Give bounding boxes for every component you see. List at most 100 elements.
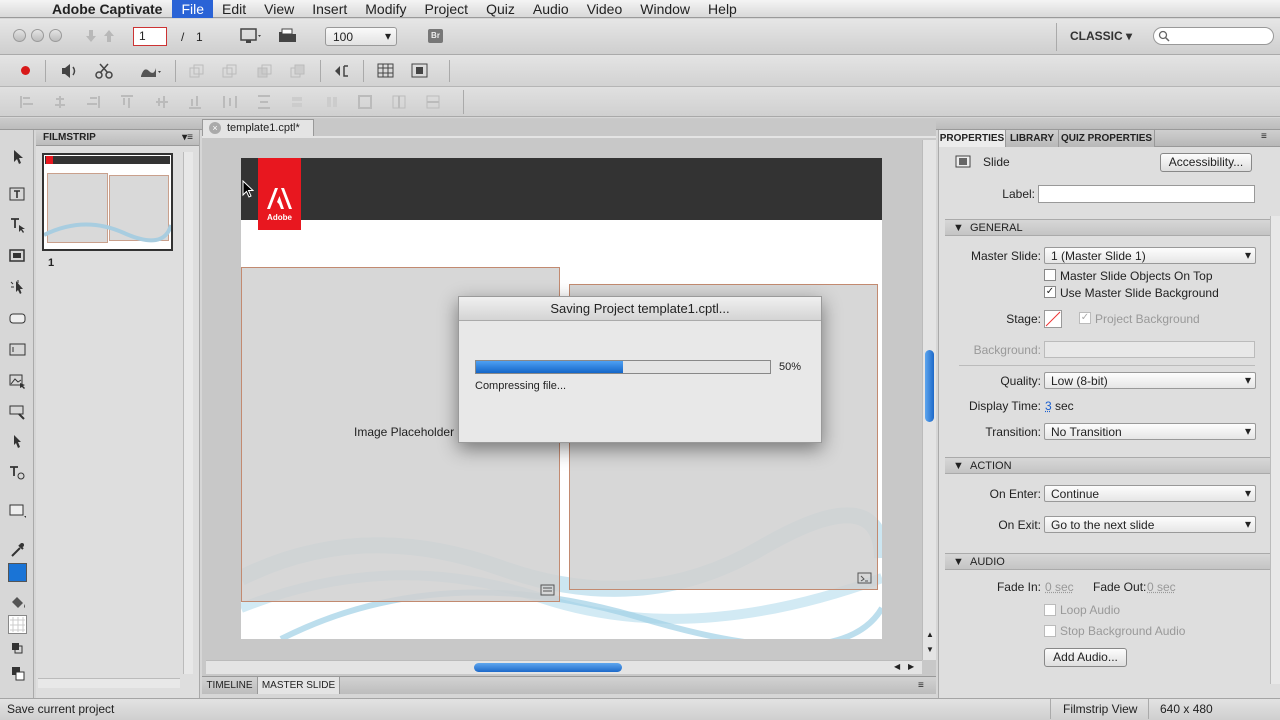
mouse-tool-icon[interactable] (8, 433, 27, 450)
filmstrip-header: FILMSTRIP ▾≡ (36, 130, 199, 146)
eyedropper-tool-icon[interactable] (8, 541, 27, 558)
image-tool-icon[interactable] (8, 372, 27, 389)
zoom-area-tool-icon[interactable] (8, 403, 27, 420)
filmstrip-scrollbar[interactable] (183, 152, 193, 674)
on-exit-dropdown[interactable]: Go to the next slide (1044, 516, 1256, 533)
document-tab-title: template1.cptl* (227, 122, 300, 134)
stage-color-swatch[interactable] (1044, 310, 1062, 328)
menu-modify[interactable]: Modify (356, 0, 415, 18)
menu-insert[interactable]: Insert (303, 0, 356, 18)
menu-window[interactable]: Window (631, 0, 699, 18)
arrow-down-icon[interactable] (85, 29, 97, 43)
fade-in-value[interactable]: 0 sec (1045, 580, 1074, 594)
search-input[interactable] (1153, 27, 1274, 45)
close-window-button[interactable] (13, 29, 26, 42)
record-icon[interactable] (21, 66, 30, 75)
stroke-color-swatch[interactable] (8, 563, 27, 582)
close-tab-icon[interactable]: × (209, 122, 221, 134)
zoom-window-button[interactable] (49, 29, 62, 42)
text-entry-box-tool-icon[interactable] (8, 341, 27, 358)
fade-out-value[interactable]: 0 sec (1147, 580, 1176, 594)
on-enter-dropdown[interactable]: Continue (1044, 485, 1256, 502)
rollover-caption-tool-icon[interactable] (8, 216, 27, 233)
fade-in-label: Fade In: (949, 580, 1041, 594)
tab-timeline[interactable]: TIMELINE (202, 677, 258, 694)
use-background-checkbox[interactable]: ✓ (1044, 286, 1056, 298)
document-tab[interactable]: × template1.cptl* (202, 119, 314, 136)
rectangle-tool-icon[interactable] (8, 502, 27, 519)
slide-thumbnail[interactable] (42, 153, 173, 251)
master-slide-dropdown[interactable]: 1 (Master Slide 1) (1044, 247, 1256, 264)
default-colors-icon[interactable] (8, 665, 27, 682)
menu-view[interactable]: View (255, 0, 303, 18)
scroll-down-icon[interactable]: ▼ (926, 645, 934, 654)
menu-quiz[interactable]: Quiz (477, 0, 524, 18)
selection-tool-icon[interactable] (8, 148, 27, 165)
arrow-up-icon[interactable] (103, 29, 115, 43)
scroll-right-icon[interactable]: ▶ (908, 662, 914, 671)
vertical-scrollbar[interactable]: ▲ ▼ (922, 140, 936, 660)
highlight-box-tool-icon[interactable] (8, 247, 27, 264)
snap-to-grid-icon[interactable] (411, 63, 428, 78)
publish-icon[interactable] (278, 28, 298, 44)
tab-properties[interactable]: PROPERTIES (939, 130, 1006, 147)
zoom-select[interactable]: 100 ▾ (325, 27, 397, 46)
minimize-window-button[interactable] (31, 29, 44, 42)
button-tool-icon[interactable] (8, 310, 27, 327)
quality-dropdown[interactable]: Low (8-bit) (1044, 372, 1256, 389)
filmstrip-hscrollbar[interactable] (38, 678, 180, 688)
tab-master-slide[interactable]: MASTER SLIDE (258, 677, 340, 694)
horizontal-scroll-thumb[interactable] (474, 663, 622, 672)
page-number-input[interactable]: 1 (133, 27, 167, 46)
thumbnail-header (45, 156, 170, 164)
status-message: Save current project (7, 699, 114, 719)
grid-icon[interactable] (377, 63, 394, 78)
display-time-value[interactable]: 3 (1045, 399, 1052, 413)
objects-on-top-checkbox[interactable] (1044, 269, 1056, 281)
accessibility-button[interactable]: Accessibility... (1160, 153, 1252, 172)
swap-colors-icon[interactable] (8, 640, 27, 657)
audio-icon[interactable] (60, 63, 80, 79)
advanced-action-icon[interactable] (333, 64, 351, 78)
stage-label: Stage: (949, 312, 1041, 326)
scroll-left-icon[interactable]: ◀ (894, 662, 900, 671)
page-total: 1 (196, 30, 203, 44)
panel-menu-icon[interactable]: ≡ (1261, 131, 1267, 142)
vertical-scroll-thumb[interactable] (925, 350, 934, 422)
bridge-button[interactable]: Br (428, 29, 443, 43)
tab-quiz-properties[interactable]: QUIZ PROPERTIES (1059, 130, 1155, 147)
click-box-tool-icon[interactable] (8, 278, 27, 295)
paint-bucket-tool-icon[interactable] (8, 593, 27, 610)
menu-project[interactable]: Project (416, 0, 478, 18)
panel-menu-icon[interactable]: ≡ (918, 677, 924, 694)
preview-icon[interactable] (240, 28, 262, 44)
scissors-icon[interactable] (95, 63, 113, 79)
menu-audio[interactable]: Audio (524, 0, 578, 18)
divider (959, 365, 1255, 366)
action-section-header[interactable]: ▼ ACTION (945, 457, 1275, 474)
general-section-header[interactable]: ▼ GENERAL (945, 219, 1275, 236)
object-toolbar (0, 55, 1280, 87)
panel-menu-icon[interactable]: ▾≡ (182, 130, 193, 146)
scroll-up-icon[interactable]: ▲ (926, 630, 934, 639)
logo-text: Adobe (258, 213, 301, 222)
transition-label: Transition: (949, 425, 1041, 439)
menu-file[interactable]: File (172, 0, 213, 18)
loop-audio-checkbox (1044, 604, 1056, 616)
menu-video[interactable]: Video (578, 0, 632, 18)
text-animation-tool-icon[interactable] (8, 464, 27, 481)
tab-library[interactable]: LIBRARY (1006, 130, 1059, 147)
menu-edit[interactable]: Edit (213, 0, 255, 18)
menu-help[interactable]: Help (699, 0, 746, 18)
label-field[interactable] (1038, 185, 1255, 203)
properties-scrollbar[interactable] (1270, 216, 1280, 684)
horizontal-scrollbar[interactable]: ◀ ▶ (206, 660, 922, 674)
app-menu[interactable]: Adobe Captivate (36, 1, 172, 17)
transition-dropdown[interactable]: No Transition (1044, 423, 1256, 440)
workspace-switcher[interactable]: CLASSIC ▾ (1070, 29, 1132, 43)
text-caption-tool-icon[interactable] (8, 186, 27, 203)
add-audio-button[interactable]: Add Audio... (1044, 648, 1127, 667)
fill-color-swatch[interactable] (8, 615, 27, 634)
audio-section-header[interactable]: ▼ AUDIO (945, 553, 1275, 570)
shape-menu-icon[interactable] (140, 63, 162, 79)
